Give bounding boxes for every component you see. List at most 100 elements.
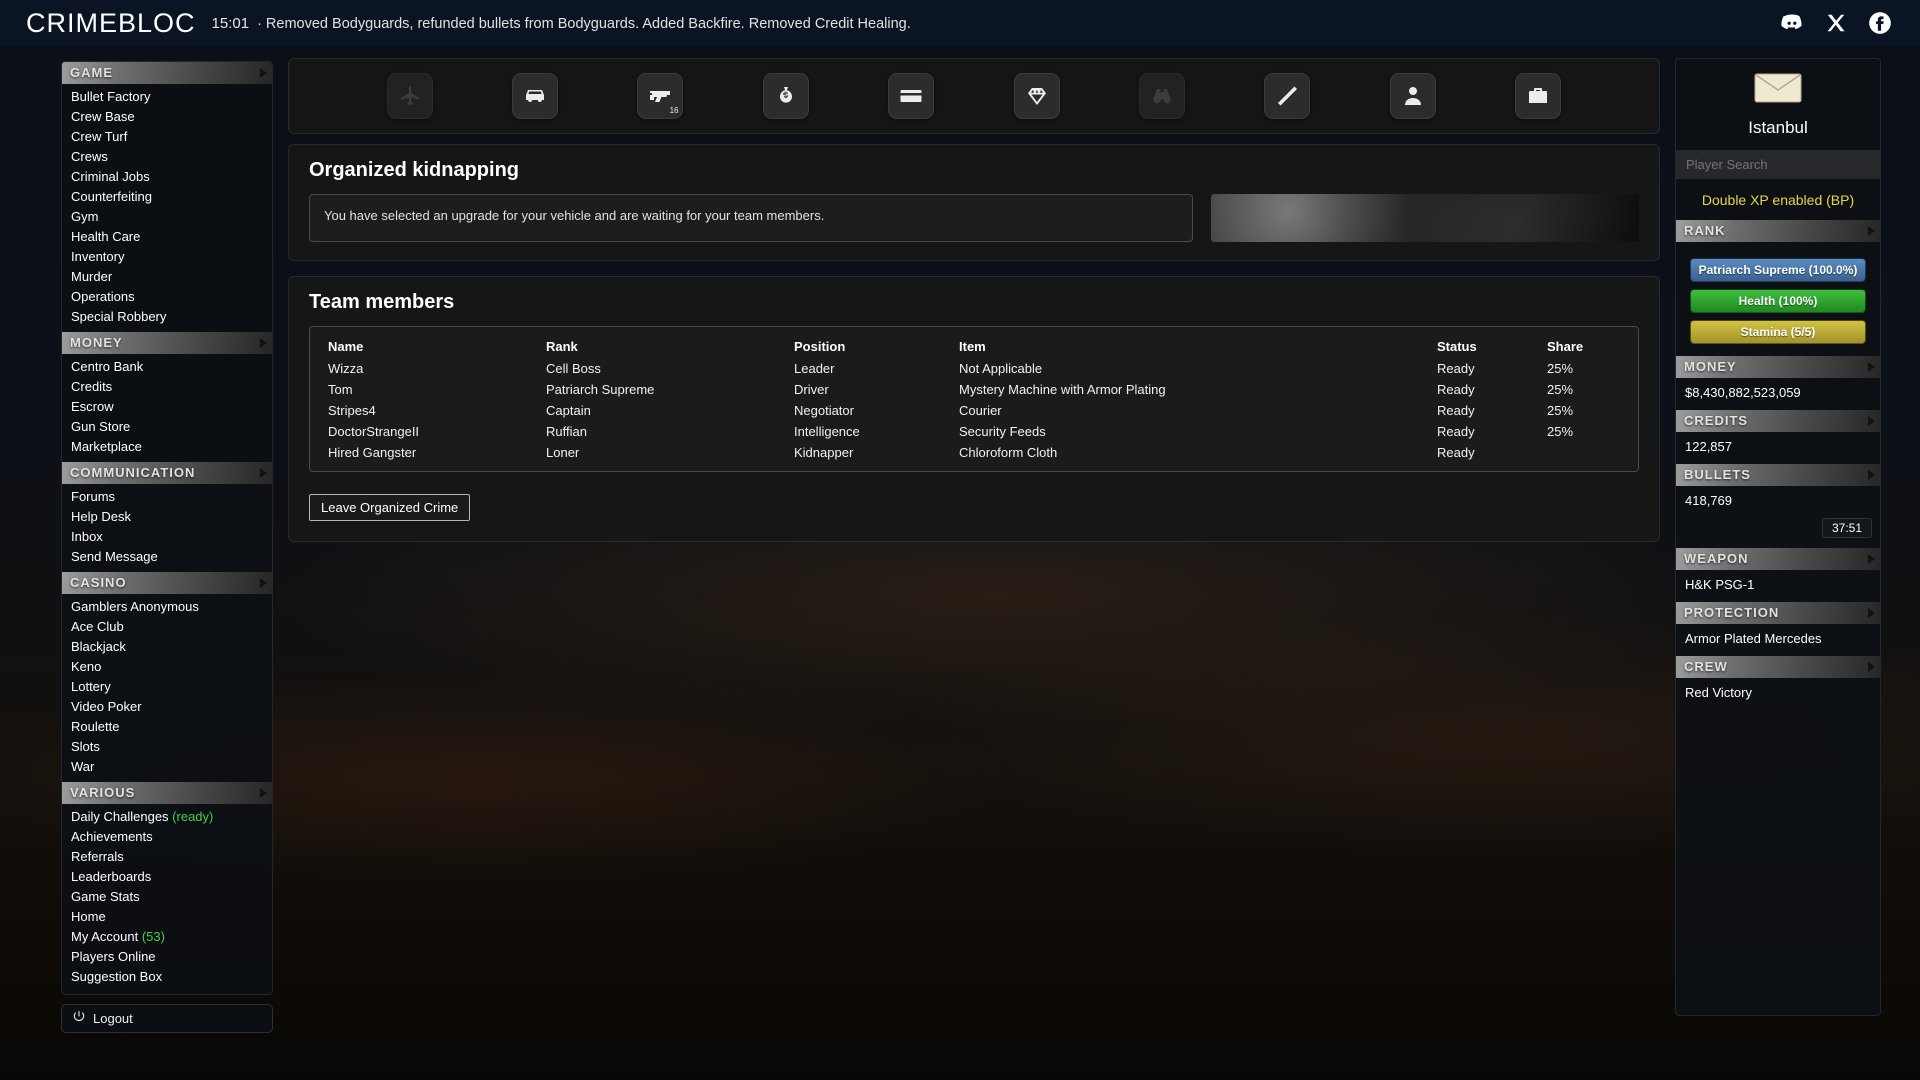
heist-icon[interactable] [763,73,809,119]
jewelry-icon[interactable] [1014,73,1060,119]
gun-icon[interactable]: 16 [637,73,683,119]
sidebar-section-header-various: VARIOUS [62,782,272,804]
business-icon[interactable] [1515,73,1561,119]
garage-icon[interactable] [512,73,558,119]
protection-section-header: PROTECTION [1676,602,1880,624]
sidebar-item-ace-club[interactable]: Ace Club [62,617,272,637]
mail-icon[interactable] [1754,90,1802,107]
sidebar-item-marketplace[interactable]: Marketplace [62,437,272,457]
sidebar-item-my-account[interactable]: My Account (53) [62,927,272,947]
sidebar-item-crew-base[interactable]: Crew Base [62,107,272,127]
table-header-share: Share [1541,335,1626,358]
chevron-right-icon [1868,416,1875,426]
table-header-position: Position [788,335,953,358]
right-sidebar: Istanbul Double XP enabled (BP) RANK Pat… [1675,58,1881,1016]
bank-icon[interactable] [888,73,934,119]
current-city: Istanbul [1676,118,1880,138]
sidebar-item-send-message[interactable]: Send Message [62,547,272,567]
sidebar-item-roulette[interactable]: Roulette [62,717,272,737]
social-links [1778,9,1894,37]
sidebar-item-criminal-jobs[interactable]: Criminal Jobs [62,167,272,187]
sidebar-item-daily-challenges[interactable]: Daily Challenges (ready) [62,807,272,827]
team-members-panel: Team members NameRankPositionItemStatusS… [288,276,1660,542]
bullet-factory-timer: 37:51 [1822,518,1872,538]
sidebar-item-referrals[interactable]: Referrals [62,847,272,867]
sidebar-item-credits[interactable]: Credits [62,377,272,397]
sidebar-section-header-game: GAME [62,62,272,84]
credits-value: 122,857 [1676,432,1880,464]
table-row: DoctorStrangeIIRuffianIntelligenceSecuri… [322,421,1626,442]
table-header-status: Status [1431,335,1541,358]
travel-icon[interactable] [387,73,433,119]
sidebar-item-special-robbery[interactable]: Special Robbery [62,307,272,327]
scout-icon[interactable] [1139,73,1185,119]
chevron-right-icon [260,468,267,478]
sidebar-section-header-money: MONEY [62,332,272,354]
sidebar-item-counterfeiting[interactable]: Counterfeiting [62,187,272,207]
sidebar-item-home[interactable]: Home [62,907,272,927]
app-logo: CRIMEBLOC [26,8,196,39]
chevron-right-icon [260,578,267,588]
location-block: Istanbul [1676,59,1880,150]
sidebar-item-gamblers-anonymous[interactable]: Gamblers Anonymous [62,597,272,617]
sidebar-item-operations[interactable]: Operations [62,287,272,307]
stamina-button[interactable]: Stamina (5/5) [1690,320,1866,344]
money-value: $8,430,882,523,059 [1676,378,1880,410]
sidebar-item-achievements[interactable]: Achievements [62,827,272,847]
protection-value: Armor Plated Mercedes [1676,624,1880,656]
sidebar-item-health-care[interactable]: Health Care [62,227,272,247]
sidebar-item-gym[interactable]: Gym [62,207,272,227]
sidebar-item-war[interactable]: War [62,757,272,777]
sidebar-item-help-desk[interactable]: Help Desk [62,507,272,527]
player-search-input[interactable] [1676,150,1880,179]
organized-crime-panel: Organized kidnapping You have selected a… [288,144,1660,261]
logout-button[interactable]: Logout [61,1004,273,1033]
sidebar-item-gun-store[interactable]: Gun Store [62,417,272,437]
news-time: 15:01 [212,15,250,32]
melee-icon[interactable] [1264,73,1310,119]
top-bar: CRIMEBLOC 15:01 · Removed Bodyguards, re… [0,0,1920,46]
chevron-right-icon [1868,662,1875,672]
health-button[interactable]: Health (100%) [1690,289,1866,313]
table-row: Hired GangsterLonerKidnapperChloroform C… [322,442,1626,463]
organized-crime-image [1211,194,1639,242]
sidebar-item-murder[interactable]: Murder [62,267,272,287]
sidebar-item-suggestion-box[interactable]: Suggestion Box [62,967,272,987]
sidebar-item-inbox[interactable]: Inbox [62,527,272,547]
rank-section-header: RANK [1676,220,1880,242]
discord-icon[interactable] [1778,9,1806,37]
leave-organized-crime-button[interactable]: Leave Organized Crime [309,494,470,521]
table-header-row: NameRankPositionItemStatusShare [322,335,1626,358]
sidebar-item-escrow[interactable]: Escrow [62,397,272,417]
bodyguard-icon[interactable] [1390,73,1436,119]
sidebar-item-lottery[interactable]: Lottery [62,677,272,697]
sidebar-menu: GAME Bullet FactoryCrew BaseCrew TurfCrew… [61,61,273,995]
sidebar-item-keno[interactable]: Keno [62,657,272,677]
sidebar-item-centro-bank[interactable]: Centro Bank [62,357,272,377]
facebook-icon[interactable] [1866,9,1894,37]
x-icon[interactable] [1822,9,1850,37]
weapon-section-header: WEAPON [1676,548,1880,570]
crew-value: Red Victory [1676,678,1880,710]
sidebar-item-bullet-factory[interactable]: Bullet Factory [62,87,272,107]
table-row: WizzaCell BossLeaderNot ApplicableReady2… [322,358,1626,379]
sidebar-item-inventory[interactable]: Inventory [62,247,272,267]
chevron-right-icon [1868,362,1875,372]
table-row: TomPatriarch SupremeDriverMystery Machin… [322,379,1626,400]
logout-label: Logout [93,1011,133,1026]
sidebar-item-game-stats[interactable]: Game Stats [62,887,272,907]
action-toolbar: 16 [288,58,1660,134]
sidebar-item-slots[interactable]: Slots [62,737,272,757]
rank-progress-button[interactable]: Patriarch Supreme (100.0%) [1690,258,1866,282]
sidebar-item-crews[interactable]: Crews [62,147,272,167]
sidebar-item-blackjack[interactable]: Blackjack [62,637,272,657]
sidebar-item-crew-turf[interactable]: Crew Turf [62,127,272,147]
gun-icon-badge: 16 [670,106,679,115]
sidebar-item-leaderboards[interactable]: Leaderboards [62,867,272,887]
money-section-header: MONEY [1676,356,1880,378]
chevron-right-icon [1868,226,1875,236]
sidebar-item-players-online[interactable]: Players Online [62,947,272,967]
sidebar-item-forums[interactable]: Forums [62,487,272,507]
sidebar-section-header-casino: CASINO [62,572,272,594]
sidebar-item-video-poker[interactable]: Video Poker [62,697,272,717]
